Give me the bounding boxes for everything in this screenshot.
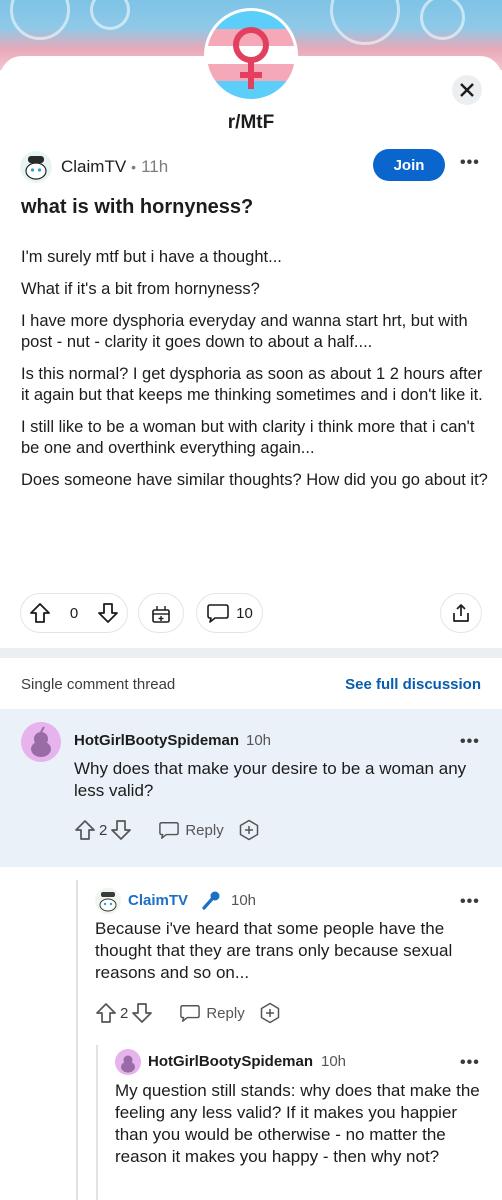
subreddit-name[interactable]: r/MtF	[0, 112, 502, 134]
vote-pill: 0	[20, 593, 128, 633]
post-action-bar: 0 10	[20, 593, 482, 637]
reply-button[interactable]: Reply	[179, 1003, 245, 1023]
subreddit-icon	[204, 8, 298, 102]
award-icon	[152, 606, 170, 623]
comment-actions: 2 Reply	[95, 1001, 281, 1025]
comment-vote-count: 2	[99, 821, 108, 839]
post-paragraph: I still like to be a woman but with clar…	[21, 418, 475, 457]
post-author-row: ClaimTV • 11h	[20, 150, 168, 184]
comment-text: My question still stands: why does that …	[115, 1081, 480, 1166]
downvote-icon[interactable]	[110, 819, 132, 841]
snoo-avatar-icon	[115, 1049, 141, 1075]
section-divider	[0, 648, 502, 658]
comment-vote-count: 2	[120, 1004, 129, 1022]
microphone-icon	[202, 891, 220, 910]
post-title: what is with hornyness?	[21, 196, 254, 218]
join-button[interactable]: Join	[373, 149, 445, 181]
post-paragraph: What if it's a bit from hornyness?	[21, 280, 260, 298]
share-button[interactable]	[440, 593, 482, 633]
post-age: 11h	[141, 157, 169, 176]
see-full-discussion-link[interactable]: See full discussion	[345, 676, 481, 693]
award-icon[interactable]	[238, 819, 260, 841]
share-icon	[453, 604, 469, 622]
post-more-icon[interactable]: •••	[460, 154, 480, 172]
upvote-icon[interactable]	[95, 1002, 117, 1024]
comment-more-icon[interactable]: •••	[460, 733, 480, 751]
post-paragraph: Is this normal? I get dysphoria as soon …	[21, 365, 483, 404]
comment-username[interactable]: HotGirlBootySpideman	[148, 1053, 313, 1070]
post-paragraph: Does someone have similar thoughts? How …	[21, 471, 488, 489]
comment-icon	[207, 604, 229, 623]
close-icon	[460, 83, 474, 97]
reply-label: Reply	[206, 1004, 245, 1022]
comment-age: 10h	[321, 1053, 347, 1070]
post-paragraph: I have more dysphoria everyday and wanna…	[21, 312, 468, 351]
snoo-avatar-icon	[95, 888, 121, 914]
avatar[interactable]	[115, 1049, 141, 1075]
thread-label: Single comment thread	[21, 676, 176, 693]
comment-age: 10h	[246, 732, 272, 749]
thread-line	[76, 880, 78, 1200]
award-button[interactable]	[138, 593, 184, 633]
author-avatar[interactable]	[20, 151, 52, 183]
comment-count: 10	[236, 604, 253, 622]
avatar[interactable]	[21, 722, 61, 762]
close-button[interactable]	[452, 75, 482, 105]
comment-more-icon[interactable]: •••	[460, 1054, 480, 1072]
comments-button[interactable]: 10	[196, 593, 263, 633]
post-body: I'm surely mtf but i have a thought... W…	[21, 247, 491, 502]
female-symbol-icon	[233, 27, 269, 89]
comment-username[interactable]: HotGirlBootySpideman	[74, 732, 239, 749]
downvote-icon[interactable]	[131, 1002, 153, 1024]
post-paragraph: I'm surely mtf but i have a thought...	[21, 248, 282, 266]
snoo-avatar-icon	[21, 722, 61, 762]
award-icon[interactable]	[259, 1002, 281, 1024]
downvote-icon[interactable]	[97, 602, 119, 624]
comment-username-op[interactable]: ClaimTV	[128, 892, 188, 909]
thread-line	[96, 1045, 98, 1200]
vote-count: 0	[69, 604, 79, 622]
comment-more-icon[interactable]: •••	[460, 893, 480, 911]
reply-label: Reply	[185, 821, 224, 839]
comment-text: Because i've heard that some people have…	[95, 919, 453, 982]
upvote-icon[interactable]	[74, 819, 96, 841]
upvote-icon[interactable]	[29, 602, 51, 624]
comment-icon	[159, 822, 180, 839]
separator-dot: •	[131, 159, 137, 175]
avatar[interactable]	[95, 888, 121, 914]
comment-actions: 2 Reply	[74, 818, 260, 842]
comment-age: 10h	[231, 892, 257, 909]
post-author[interactable]: ClaimTV	[61, 157, 126, 177]
snoo-avatar-icon	[20, 151, 52, 183]
comment-text: Why does that make your desire to be a w…	[74, 759, 467, 800]
reply-button[interactable]: Reply	[158, 820, 224, 840]
comment-icon	[180, 1005, 201, 1022]
